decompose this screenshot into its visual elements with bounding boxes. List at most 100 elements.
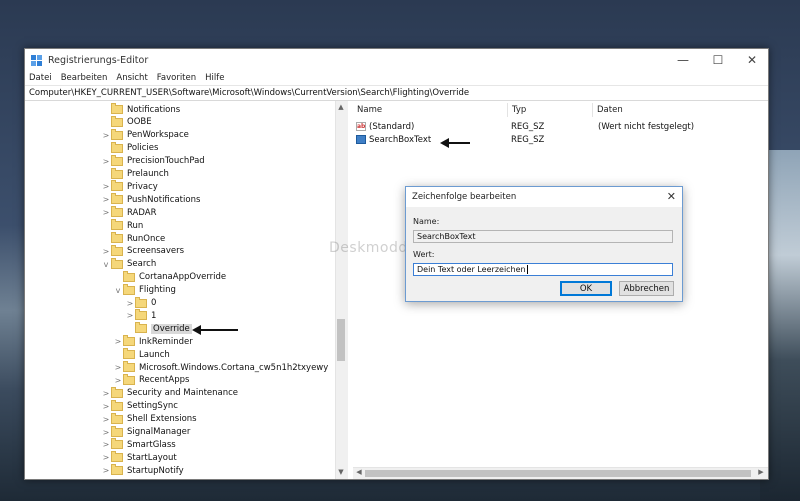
value-type: REG_SZ: [511, 134, 545, 145]
dialog-title: Zeichenfolge bearbeiten: [412, 192, 517, 202]
tree-item[interactable]: > SmartGlass: [101, 438, 176, 451]
cancel-button[interactable]: Abbrechen: [619, 281, 674, 296]
tree-item[interactable]: Prelaunch: [101, 167, 169, 181]
scroll-left-icon[interactable]: ◀: [354, 467, 364, 477]
menu-bearbeiten[interactable]: Bearbeiten: [61, 73, 108, 83]
tree-item[interactable]: >0: [125, 296, 156, 310]
chevron-right-icon[interactable]: >: [101, 415, 111, 424]
arrow-head-icon: [192, 325, 201, 335]
tree-item-label: Override: [151, 323, 192, 334]
folder-icon: [111, 399, 123, 411]
scroll-right-icon[interactable]: ▶: [756, 467, 766, 477]
chevron-right-icon[interactable]: >: [101, 131, 111, 140]
chevron-right-icon[interactable]: >: [101, 453, 111, 462]
folder-icon: [111, 451, 123, 463]
folder-icon: [111, 412, 123, 424]
maximize-button[interactable]: ☐: [703, 49, 733, 71]
chevron-right-icon[interactable]: >: [101, 208, 111, 217]
tree-item[interactable]: > Screensavers: [101, 244, 184, 258]
value-row-standard[interactable]: ab (Standard) REG_SZ (Wert nicht festgel…: [356, 120, 761, 133]
list-scroll-thumb[interactable]: [365, 470, 751, 477]
dialog-title-bar[interactable]: Zeichenfolge bearbeiten ✕: [406, 187, 682, 207]
value-row-searchboxtext[interactable]: SearchBoxText REG_SZ: [356, 133, 761, 146]
tree-item[interactable]: > Shell Extensions: [101, 412, 197, 426]
folder-icon: [123, 283, 135, 295]
chevron-down-icon[interactable]: v: [101, 260, 111, 269]
column-header-type[interactable]: Typ: [508, 103, 593, 117]
binary-value-icon: [356, 135, 366, 144]
tree-item[interactable]: > PenWorkspace: [101, 128, 189, 142]
tree-item[interactable]: Notifications: [101, 103, 180, 116]
address-bar[interactable]: Computer\HKEY_CURRENT_USER\Software\Micr…: [25, 85, 768, 101]
chevron-right-icon[interactable]: >: [101, 466, 111, 475]
tree-item[interactable]: > SignalManager: [101, 425, 191, 439]
chevron-right-icon[interactable]: >: [101, 195, 111, 204]
chevron-right-icon[interactable]: >: [125, 299, 135, 308]
menu-bar: Datei Bearbeiten Ansicht Favoriten Hilfe: [25, 71, 768, 85]
folder-icon: [135, 322, 147, 334]
chevron-right-icon[interactable]: >: [101, 428, 111, 437]
tree-item[interactable]: > SettingSync: [101, 399, 178, 413]
value-data-input[interactable]: Dein Text oder Leerzeichen: [413, 263, 673, 276]
tree-item[interactable]: > RADAR: [101, 206, 157, 219]
folder-icon: [111, 206, 123, 218]
ok-button[interactable]: OK: [560, 281, 612, 296]
tree-item[interactable]: >1: [125, 309, 156, 322]
tree-vertical-scrollbar[interactable]: [335, 101, 348, 479]
chevron-down-icon[interactable]: v: [113, 286, 123, 295]
tree-item[interactable]: Policies: [101, 141, 158, 155]
menu-ansicht[interactable]: Ansicht: [116, 73, 147, 83]
tree-item[interactable]: > RecentApps: [113, 373, 189, 387]
tree-item-label: PushNotifications: [127, 194, 201, 205]
tree-item[interactable]: > Privacy: [101, 180, 158, 193]
chevron-right-icon[interactable]: >: [101, 402, 111, 411]
chevron-right-icon[interactable]: >: [101, 157, 111, 166]
tree-item-label: Shell Extensions: [127, 414, 197, 425]
folder-icon: [111, 115, 123, 127]
chevron-right-icon[interactable]: >: [113, 376, 123, 385]
tree-item[interactable]: Launch: [113, 348, 170, 361]
folder-icon: [111, 167, 123, 179]
close-button[interactable]: ✕: [737, 49, 767, 71]
chevron-right-icon[interactable]: >: [101, 247, 111, 256]
tree-item[interactable]: > PrecisionTouchPad: [101, 154, 205, 168]
tree-item[interactable]: v Flighting: [113, 283, 176, 297]
chevron-right-icon[interactable]: >: [101, 389, 111, 398]
tree-item[interactable]: > PushNotifications: [101, 193, 200, 206]
folder-icon: [111, 244, 123, 256]
chevron-right-icon[interactable]: >: [101, 182, 111, 191]
chevron-right-icon[interactable]: >: [113, 337, 123, 346]
menu-datei[interactable]: Datei: [29, 73, 52, 83]
tree-item[interactable]: CortanaAppOverride: [113, 270, 226, 284]
arrow-head-icon: [440, 138, 449, 148]
tree-item-label: Run: [127, 220, 144, 231]
scroll-down-icon[interactable]: ▼: [335, 467, 347, 477]
scroll-up-icon[interactable]: ▲: [335, 102, 347, 112]
tree-item[interactable]: > StartupNotify: [101, 464, 184, 477]
tree-item[interactable]: > StartLayout: [101, 451, 177, 464]
tree-item[interactable]: Run: [101, 219, 143, 232]
tree-item-label: SignalManager: [127, 427, 191, 437]
dialog-close-icon[interactable]: ✕: [667, 190, 676, 203]
tree-item[interactable]: > Security and Maintenance: [101, 386, 239, 400]
tree-item[interactable]: RunOnce: [101, 232, 165, 245]
tree-item-label: Launch: [139, 349, 170, 360]
folder-icon: [135, 296, 147, 308]
chevron-right-icon[interactable]: >: [113, 363, 123, 372]
tree-item[interactable]: Override: [125, 322, 192, 335]
tree-item[interactable]: > Microsoft.Windows.Cortana_cw5n1h2txyewy: [113, 361, 328, 374]
tree-item-label: Security and Maintenance: [127, 388, 239, 399]
tree-item[interactable]: v Search: [101, 257, 156, 271]
title-bar[interactable]: Registrierungs-Editor — ☐ ✕: [25, 49, 768, 71]
minimize-button[interactable]: —: [668, 49, 698, 71]
column-header-data[interactable]: Daten: [593, 103, 768, 117]
chevron-right-icon[interactable]: >: [101, 440, 111, 449]
column-header-name[interactable]: Name: [353, 103, 508, 117]
value-type: REG_SZ: [511, 121, 545, 132]
tree-item[interactable]: > InkReminder: [113, 335, 193, 348]
chevron-right-icon[interactable]: >: [125, 311, 135, 320]
menu-hilfe[interactable]: Hilfe: [205, 73, 224, 83]
tree-item[interactable]: OOBE: [101, 115, 152, 129]
menu-favoriten[interactable]: Favoriten: [157, 73, 196, 83]
tree-scroll-thumb[interactable]: [337, 319, 345, 361]
